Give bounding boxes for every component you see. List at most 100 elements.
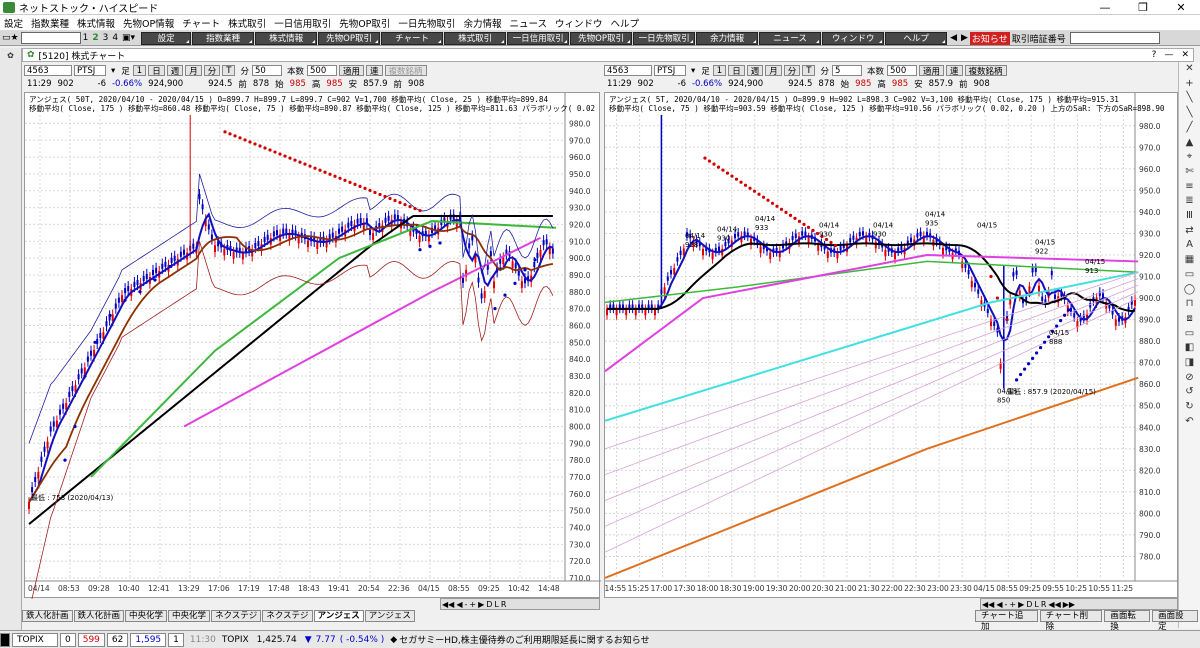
right-t-button[interactable]: T — [802, 65, 816, 76]
left-code-input[interactable]: 4563 — [24, 65, 72, 76]
drawing-tool-icon[interactable]: ▭ — [1185, 327, 1194, 342]
left-min-input[interactable]: 50 — [252, 65, 282, 76]
menu-item[interactable]: 設定 — [0, 16, 27, 30]
chart-tab[interactable]: ネクステジ — [211, 610, 262, 622]
drawing-tool-icon[interactable]: ▦ — [1185, 253, 1194, 268]
menu-item[interactable]: ニュース — [505, 16, 551, 30]
toolbar-next-icon[interactable]: ▶ — [959, 33, 970, 43]
right-dropdown-icon[interactable]: ▾ — [688, 66, 698, 76]
layout-4-button[interactable]: 4 — [110, 33, 120, 43]
toolbar-button[interactable]: ウィンドウ — [822, 31, 885, 45]
drawing-tool-icon[interactable]: ◧ — [1185, 341, 1194, 356]
menu-item[interactable]: 株式取引 — [224, 16, 270, 30]
toolbar-button[interactable]: 一日信用取引 — [507, 31, 570, 45]
right-scroll-l-button[interactable]: L — [1034, 600, 1038, 609]
left-multi-button[interactable]: 複数銘柄 — [384, 65, 427, 77]
left-scroll-d-button[interactable]: D — [486, 600, 492, 609]
left-1-button[interactable]: 1 — [132, 65, 147, 76]
right-chart-canvas[interactable]: 980.0 970.0 960.0 950.0 940.0 930.0 920.0 910.0… — [605, 93, 1179, 599]
chart-close-icon[interactable]: ✕ — [1181, 50, 1189, 60]
drawing-tool-icon[interactable]: ⊓ — [1186, 297, 1194, 312]
toolbar-layout-icon[interactable]: ▣▾ — [120, 33, 137, 43]
layout-2-button[interactable]: 2 — [90, 33, 100, 43]
menu-item[interactable]: ウィンドウ — [551, 16, 607, 30]
drawing-tool-icon[interactable]: ⧈ — [1186, 312, 1192, 327]
left-month-button[interactable]: 月 — [185, 65, 202, 77]
right-multi-button[interactable]: 複数銘柄 — [964, 65, 1007, 77]
right-month-button[interactable]: 月 — [765, 65, 782, 77]
drawing-tool-icon[interactable]: ≣ — [1185, 194, 1193, 209]
close-icon[interactable]: ✕ — [1162, 1, 1200, 14]
toolbar-window-icon[interactable]: ▭★ — [0, 33, 21, 43]
drawing-tool-icon[interactable]: ⇄ — [1185, 224, 1193, 239]
right-scroll-prev-icon[interactable]: ◀ — [996, 600, 1002, 609]
right-scroll-first-icon[interactable]: ◀◀ — [982, 600, 994, 609]
drawing-tool-icon[interactable]: ◯ — [1184, 283, 1195, 298]
drawing-tool-icon[interactable]: + — [1185, 77, 1193, 92]
left-scroll-next-icon[interactable]: ▶ — [478, 600, 484, 609]
toolbar-button[interactable]: 株式取引 — [444, 31, 507, 45]
menu-item[interactable]: 一日信用取引 — [270, 16, 335, 30]
drawing-tool-icon[interactable]: ◨ — [1185, 356, 1194, 371]
chart-tab[interactable]: アンジェス — [313, 610, 364, 622]
right-scroll-fwd-icon[interactable]: ▶▶ — [1063, 600, 1075, 609]
right-week-button[interactable]: 週 — [746, 65, 764, 77]
right-day-button[interactable]: 日 — [728, 65, 745, 77]
drawing-tool-icon[interactable]: ⊘ — [1185, 371, 1193, 386]
left-scroll-prev-icon[interactable]: ◀ — [456, 600, 462, 609]
left-scroll-l-button[interactable]: L — [494, 600, 498, 609]
right-ren-button[interactable]: 連 — [946, 65, 963, 77]
right-count-input[interactable]: 500 — [887, 65, 918, 76]
menu-item[interactable]: 指数業種 — [27, 16, 73, 30]
right-scroll-zoom-in[interactable]: + — [1009, 600, 1016, 609]
drawing-tool-icon[interactable]: A — [1186, 238, 1193, 253]
left-day-button[interactable]: 日 — [148, 65, 165, 77]
bottom-button[interactable]: 画面設定 — [1152, 610, 1198, 632]
chart-tab[interactable]: 鉄人化計画 — [73, 610, 125, 622]
right-market-select[interactable]: PTSJ — [654, 65, 686, 76]
pin-input[interactable] — [1069, 32, 1160, 44]
bottom-button[interactable]: 画面転換 — [1104, 610, 1151, 632]
drawing-tool-icon[interactable]: ↶ — [1185, 415, 1193, 430]
minimize-icon[interactable]: — — [1086, 1, 1124, 14]
layout-1-button[interactable]: 1 — [81, 33, 91, 43]
right-scroll-r-button[interactable]: R — [1041, 600, 1047, 609]
menu-item[interactable]: ヘルプ — [607, 16, 644, 30]
drawing-tool-icon[interactable]: Ⅲ — [1186, 209, 1193, 224]
left-count-input[interactable]: 500 — [307, 65, 338, 76]
chart-minimize-icon[interactable]: — — [1164, 50, 1173, 60]
restore-icon[interactable]: ❐ — [1124, 1, 1162, 14]
right-price-chart[interactable]: 980.0 970.0 960.0 950.0 940.0 930.0 920.0 910.0… — [604, 92, 1179, 599]
left-apply-button[interactable]: 適用 — [339, 65, 365, 77]
drawing-tool-icon[interactable]: ▭ — [1185, 268, 1194, 283]
left-scroll-r-button[interactable]: R — [501, 600, 507, 609]
left-scroll-zoom-in[interactable]: + — [469, 600, 476, 609]
right-apply-button[interactable]: 適用 — [919, 65, 945, 77]
chart-tab[interactable]: 中央化学 — [125, 610, 168, 622]
toolbar-button[interactable]: 余力情報 — [696, 31, 759, 45]
drawing-tool-icon[interactable]: ⌖ — [1187, 150, 1193, 165]
drawing-tool-icon[interactable]: ▲ — [1186, 136, 1194, 151]
menu-item[interactable]: 先物OP情報 — [119, 16, 178, 30]
drawing-tool-icon[interactable]: ╱ — [1186, 121, 1192, 136]
left-ren-button[interactable]: 連 — [366, 65, 383, 77]
drawing-tool-icon[interactable]: ╲ — [1186, 106, 1192, 121]
menu-item[interactable]: 先物OP取引 — [335, 16, 394, 30]
drawing-tool-icon[interactable]: ✄ — [1185, 165, 1193, 180]
toolbar-button[interactable]: 先物OP取引 — [318, 31, 381, 45]
toolbar-button[interactable]: 設定 — [141, 31, 192, 45]
strip-icon[interactable]: ✿ — [0, 51, 21, 60]
menu-item[interactable]: 株式情報 — [73, 16, 119, 30]
chart-tab[interactable]: 鉄人化計画 — [22, 610, 73, 622]
left-scroll-first-icon[interactable]: ◀◀ — [442, 600, 454, 609]
left-scrollbar[interactable]: ◀◀ ◀ - + ▶ D L R — [440, 598, 600, 610]
right-code-input[interactable]: 4563 — [604, 65, 652, 76]
toolbar-button[interactable]: チャート — [381, 31, 444, 45]
right-1-button[interactable]: 1 — [712, 65, 727, 76]
left-min-button[interactable]: 分 — [203, 65, 221, 77]
bottom-button[interactable]: チャート削除 — [1039, 610, 1103, 632]
right-scrollbar[interactable]: ◀◀ ◀ - + ▶ D L R ◀◀ ▶▶ — [980, 598, 1178, 610]
chart-tab[interactable]: アンジェス — [364, 610, 415, 622]
toolbar-button[interactable]: ヘルプ — [885, 31, 948, 45]
right-scroll-d-button[interactable]: D — [1026, 600, 1032, 609]
